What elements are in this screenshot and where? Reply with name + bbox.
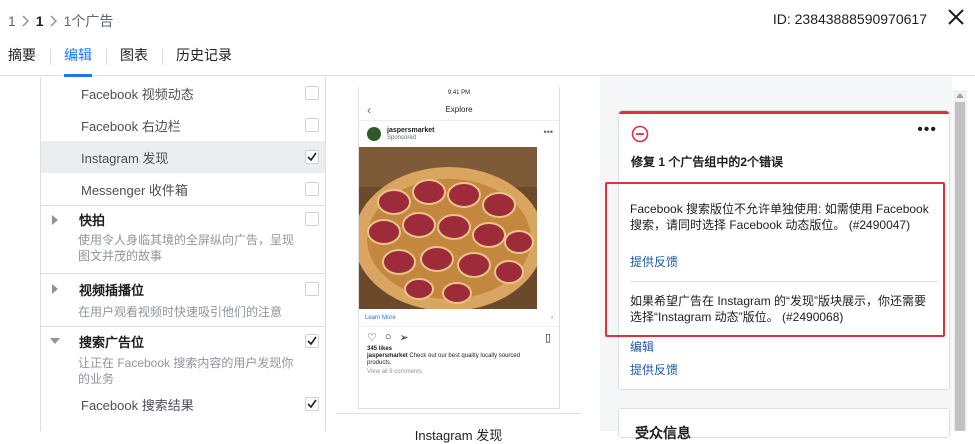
placement-label: Facebook 视频动态 xyxy=(81,86,194,102)
checkmark-icon xyxy=(307,399,317,409)
section-header[interactable]: 视频插播位 xyxy=(41,274,325,304)
error-icon xyxy=(631,125,649,143)
edit-link[interactable]: 编辑 xyxy=(630,338,654,355)
section-description: 在用户观看视频时快速吸引他们的注意 xyxy=(78,305,283,319)
section-description: 让正在 Facebook 搜索内容的用户发现你的业务 xyxy=(78,356,294,386)
section-checkbox[interactable] xyxy=(305,212,319,226)
breadcrumb: 1 1 1个广告 xyxy=(8,11,113,31)
post-image xyxy=(359,147,537,309)
breadcrumb-campaign[interactable]: 1 xyxy=(8,13,16,29)
section-checkbox[interactable] xyxy=(305,334,319,348)
checkmark-icon xyxy=(307,336,317,346)
error-card-title: 修复 1 个广告组中的2个错误 xyxy=(631,155,784,169)
checkmark-icon xyxy=(307,152,317,162)
phone-status-time: 9:41 PM xyxy=(447,90,471,96)
feedback-link[interactable]: 提供反馈 xyxy=(630,361,678,378)
post-caption: jaspersmarket Check out our best quality… xyxy=(359,352,537,367)
ad-id: ID: 23843888590970617 xyxy=(772,11,927,27)
post-header: jaspersmarket Sponsored xyxy=(359,121,559,147)
tab-bar: 摘要 编辑 图表 历史记录 xyxy=(0,40,975,77)
section-title: 搜索广告位 xyxy=(79,334,145,350)
audience-card: 受众信息 xyxy=(618,408,950,441)
placement-label: Facebook 右边栏 xyxy=(81,118,181,134)
error-accent-bar xyxy=(619,111,949,114)
placement-section: 快拍 使用令人身临其境的全屏纵向广告，呈现图文并茂的故事 xyxy=(41,205,325,273)
placement-item[interactable]: Facebook 视频动态 xyxy=(41,77,325,109)
preview-placement-title: Instagram 发现 xyxy=(414,428,503,443)
tab-charts[interactable]: 图表 xyxy=(106,40,162,76)
scroll-up-icon[interactable] xyxy=(956,93,964,98)
divider xyxy=(630,281,938,282)
back-arrow-icon: ‹ xyxy=(367,103,371,117)
caption-user: jaspersmarket xyxy=(367,353,408,359)
placement-label: Facebook 搜索结果 xyxy=(81,397,194,413)
placement-section: 搜索广告位 让正在 Facebook 搜索内容的用户发现你的业务 Faceboo… xyxy=(41,326,325,426)
tab-edit[interactable]: 编辑 xyxy=(50,40,106,77)
section-title: 视频插播位 xyxy=(79,282,145,298)
heart-icon: ♡ xyxy=(367,332,377,344)
top-bar: 1 1 1个广告 ID: 23843888590970617 xyxy=(0,0,975,40)
chevron-right-icon xyxy=(50,15,57,27)
post-sponsored: Sponsored xyxy=(387,135,417,141)
expand-triangle-icon[interactable] xyxy=(52,215,58,225)
placement-checkbox[interactable] xyxy=(305,118,319,132)
tart-photo xyxy=(359,147,537,309)
learn-more-link: Learn More xyxy=(365,314,396,321)
placement-section: 视频插播位 在用户观看视频时快速吸引他们的注意 xyxy=(41,273,325,326)
section-description: 使用令人身临其境的全屏纵向广告，呈现图文并茂的故事 xyxy=(78,233,295,263)
phone-nav-title: Explore xyxy=(445,105,473,114)
tab-history[interactable]: 历史记录 xyxy=(162,40,246,76)
placement-item[interactable]: Instagram 发现 xyxy=(41,141,325,173)
tab-summary[interactable]: 摘要 xyxy=(0,40,50,76)
placements-list: Facebook 视频动态 Facebook 右边栏 Instagram 发现 … xyxy=(40,77,326,431)
divider xyxy=(336,413,581,414)
placement-label: Instagram 发现 xyxy=(81,150,169,166)
learn-more-bar: Learn More › xyxy=(359,309,559,327)
section-header[interactable]: 搜索广告位 xyxy=(41,327,325,355)
breadcrumb-ad[interactable]: 1个广告 xyxy=(64,11,114,31)
audience-card-title: 受众信息 xyxy=(635,425,691,441)
view-comments: View all 8 comments xyxy=(367,369,422,375)
section-title: 快拍 xyxy=(79,212,106,228)
placement-label: Messenger 收件箱 xyxy=(81,182,188,198)
chevron-right-icon xyxy=(22,15,29,27)
scroll-thumb[interactable] xyxy=(955,102,965,431)
placement-checkbox[interactable] xyxy=(305,86,319,100)
section-header[interactable]: 快拍 xyxy=(41,206,325,232)
more-options-icon[interactable]: ••• xyxy=(917,121,937,139)
post-actions: ♡ ○ ➢ ▯ xyxy=(359,327,559,344)
placement-checkbox[interactable] xyxy=(305,397,319,411)
phone-mockup: 9:41 PM ‹ Explore jaspersmarket Sponsore… xyxy=(358,87,560,409)
placement-item[interactable]: Facebook 右边栏 xyxy=(41,109,325,141)
post-likes: 345 likes xyxy=(367,346,393,352)
expand-triangle-icon[interactable] xyxy=(52,284,58,294)
placement-item[interactable]: Messenger 收件箱 xyxy=(41,173,325,205)
placement-checkbox[interactable] xyxy=(305,182,319,196)
chevron-right-icon: › xyxy=(551,314,553,321)
scrollbar[interactable] xyxy=(953,90,967,431)
collapse-triangle-icon[interactable] xyxy=(50,338,60,344)
comment-icon: ○ xyxy=(384,331,392,343)
placement-item[interactable]: Facebook 搜索结果 xyxy=(41,391,325,417)
bookmark-icon: ▯ xyxy=(544,332,551,344)
avatar xyxy=(367,127,381,141)
more-icon: ••• xyxy=(543,127,553,137)
feedback-link[interactable]: 提供反馈 xyxy=(630,253,678,270)
ad-preview: 9:41 PM ‹ Explore jaspersmarket Sponsore… xyxy=(336,77,581,443)
send-icon: ➢ xyxy=(399,332,409,344)
post-username: jaspersmarket xyxy=(387,127,435,134)
section-checkbox[interactable] xyxy=(305,282,319,296)
breadcrumb-adset[interactable]: 1 xyxy=(36,13,44,29)
error-message: Facebook 搜索版位不允许单独使用: 如需使用 Facebook 搜索，请… xyxy=(630,202,929,232)
close-icon[interactable] xyxy=(945,6,967,28)
placement-checkbox[interactable] xyxy=(305,150,319,164)
phone-nav: ‹ Explore xyxy=(359,99,559,121)
error-message: 如果希望广告在 Instagram 的“发现”版块展示，你还需要选择“Insta… xyxy=(630,294,927,324)
